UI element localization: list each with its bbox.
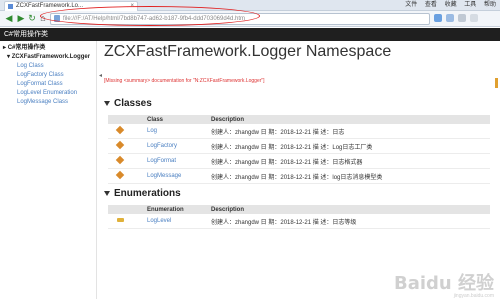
- menu-icon[interactable]: [470, 14, 478, 22]
- table-row: LogLevel 创建人：zhangdw 日 期：2018-12-21 描 述：…: [108, 214, 490, 229]
- toc-namespace[interactable]: ▾ ZCXFastFramework.Logger: [3, 53, 90, 62]
- class-description: 创建人：zhangdw 日 期：2018-12-21 描 述：日志: [208, 124, 490, 139]
- menu-file[interactable]: 文件: [405, 2, 417, 8]
- enumerations-table: Enumeration Description LogLevel 创建人：zha…: [108, 205, 490, 229]
- table-header: Enumeration Description: [108, 205, 490, 214]
- page-favicon-icon: [8, 4, 13, 9]
- classes-table: Class Description Log 创建人：zhangdw 日 期：20…: [108, 115, 490, 184]
- favorites-icon[interactable]: [434, 14, 442, 22]
- class-link-logformat[interactable]: LogFormat: [144, 153, 208, 169]
- header-icon: [108, 115, 144, 124]
- collapse-icon[interactable]: [104, 100, 110, 106]
- class-link-logmessage[interactable]: LogMessage: [144, 168, 208, 184]
- reload-icon[interactable]: ↻: [27, 13, 37, 23]
- menu-tools[interactable]: 工具: [464, 2, 476, 8]
- class-link-log[interactable]: Log: [144, 124, 208, 139]
- enumerations-heading[interactable]: Enumerations: [104, 188, 181, 199]
- tools-icon[interactable]: [446, 14, 454, 22]
- toc-item-logfactory[interactable]: LogFactory Class: [3, 71, 90, 80]
- page-title: ZCXFastFramework.Logger Namespace: [104, 43, 392, 60]
- sidebar: ▸ C#常用操作类 ▾ ZCXFastFramework.Logger Log …: [0, 41, 97, 299]
- menu-favorites[interactable]: 收藏: [445, 2, 457, 8]
- toc-item-logmessage[interactable]: LogMessage Class: [3, 98, 90, 107]
- header-class: Class: [144, 115, 208, 124]
- address-highlight-ellipse: [40, 6, 260, 26]
- enumeration-icon: [117, 218, 124, 222]
- class-description: 创建人：zhangdw 日 期：2018-12-21 描 述：Log日志工厂类: [208, 138, 490, 154]
- classes-heading[interactable]: Classes: [104, 98, 152, 109]
- enum-description: 创建人：zhangdw 日 期：2018-12-21 描 述：日志等级: [208, 214, 490, 229]
- menu-view[interactable]: 查看: [425, 2, 437, 8]
- window-menu: 文件 查看 收藏 工具 帮助: [399, 0, 496, 10]
- class-description: 创建人：zhangdw 日 期：2018-12-21 描 述：log日志消息模型…: [208, 168, 490, 184]
- enum-link-loglevel[interactable]: LogLevel: [144, 214, 208, 229]
- toc-item-loglevel[interactable]: LogLevel Enumeration: [3, 89, 90, 98]
- header-icon: [108, 205, 144, 214]
- class-link-logfactory[interactable]: LogFactory: [144, 138, 208, 154]
- missing-summary-note: [Missing <summary> documentation for "N:…: [104, 78, 265, 84]
- table-row: LogFactory 创建人：zhangdw 日 期：2018-12-21 描 …: [108, 138, 490, 154]
- header-description: Description: [208, 205, 490, 214]
- class-icon: [115, 125, 125, 135]
- scrollbar-marker[interactable]: [495, 78, 498, 88]
- table-row: LogMessage 创建人：zhangdw 日 期：2018-12-21 描 …: [108, 168, 490, 184]
- header-description: Description: [208, 115, 490, 124]
- toc-item-log[interactable]: Log Class: [3, 62, 90, 71]
- class-icon: [115, 140, 125, 150]
- menu-help[interactable]: 帮助: [484, 2, 496, 8]
- class-icon: [115, 170, 125, 180]
- collapse-icon[interactable]: [104, 190, 110, 196]
- table-row: Log 创建人：zhangdw 日 期：2018-12-21 描 述：日志: [108, 124, 490, 139]
- class-description: 创建人：zhangdw 日 期：2018-12-21 描 述：日志格式器: [208, 153, 490, 169]
- main-content: ZCXFastFramework.Logger Namespace [Missi…: [104, 41, 494, 299]
- header-enumeration: Enumeration: [144, 205, 208, 214]
- toc-tree: ▸ C#常用操作类 ▾ ZCXFastFramework.Logger Log …: [3, 44, 90, 107]
- toc-item-logformat[interactable]: LogFormat Class: [3, 80, 90, 89]
- sidebar-splitter-icon[interactable]: ◂: [99, 72, 102, 79]
- table-header: Class Description: [108, 115, 490, 124]
- watermark-url: jingyan.baidu.com: [453, 293, 494, 299]
- table-row: LogFormat 创建人：zhangdw 日 期：2018-12-21 描 述…: [108, 153, 490, 169]
- watermark-logo: Baidu 经验: [393, 273, 494, 294]
- class-icon: [115, 155, 125, 165]
- forward-icon[interactable]: ▶: [16, 13, 26, 23]
- banner-title: C#常用操作类: [4, 31, 48, 38]
- page-banner: C#常用操作类: [0, 28, 500, 41]
- back-icon[interactable]: ◀: [4, 13, 14, 23]
- settings-icon[interactable]: [458, 14, 466, 22]
- toc-root[interactable]: ▸ C#常用操作类: [3, 44, 90, 53]
